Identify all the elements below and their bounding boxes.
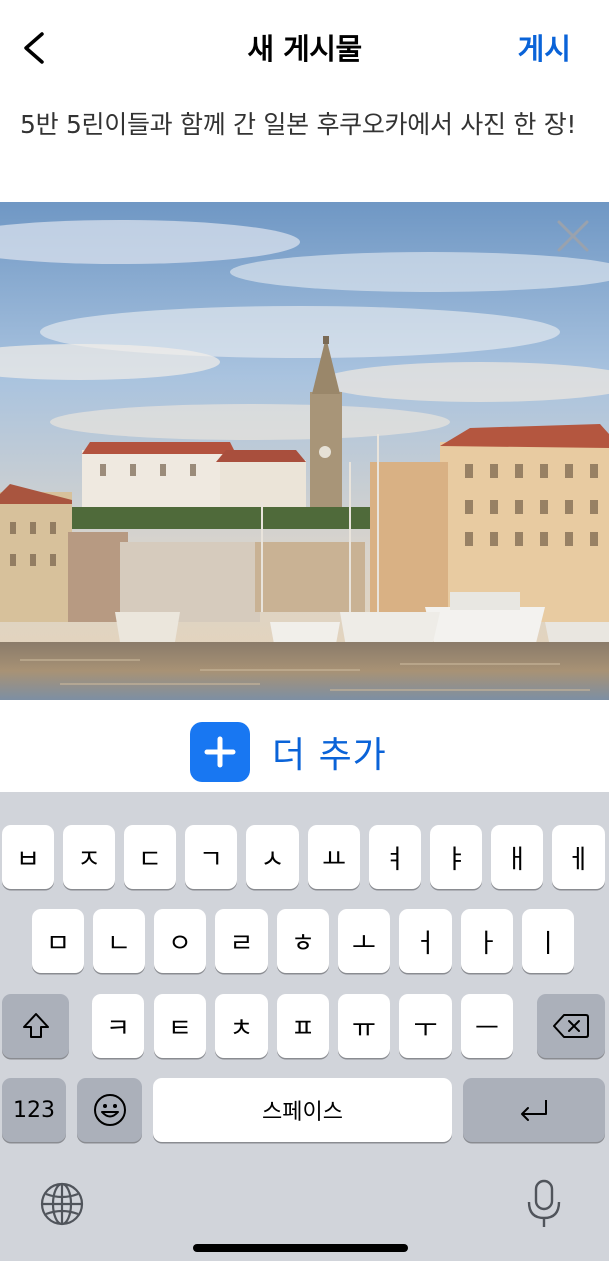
key-row2[interactable]: ㅏ <box>461 909 513 973</box>
key-row3[interactable]: ㅊ <box>215 994 268 1058</box>
key-row1[interactable]: ㅐ <box>491 825 543 889</box>
key-row2[interactable]: ㅁ <box>32 909 84 973</box>
emoji-key[interactable] <box>77 1078 142 1142</box>
harbor-photo-illustration <box>0 202 609 700</box>
post-button[interactable]: 게시 <box>518 26 571 68</box>
backspace-icon <box>553 1014 589 1038</box>
key-row1[interactable]: ㅑ <box>430 825 482 889</box>
numbers-key[interactable]: 123 <box>2 1078 66 1142</box>
microphone-icon[interactable] <box>524 1178 564 1230</box>
space-key[interactable]: 스페이스 <box>153 1078 452 1142</box>
key-row3[interactable]: ㅋ <box>92 994 144 1058</box>
key-row3[interactable]: ㅜ <box>399 994 452 1058</box>
caption-text[interactable]: 5반 5린이들과 함께 간 일본 후쿠오카에서 사진 한 장! <box>20 108 585 142</box>
key-row2[interactable]: ㅎ <box>277 909 329 973</box>
key-row3[interactable]: ㅠ <box>338 994 390 1058</box>
home-indicator[interactable] <box>193 1244 408 1252</box>
key-row1[interactable]: ㅕ <box>369 825 421 889</box>
shift-icon <box>22 1013 49 1038</box>
key-row1[interactable]: ㅅ <box>246 825 299 889</box>
delete-key[interactable] <box>537 994 605 1058</box>
key-row2[interactable]: ㄹ <box>215 909 268 973</box>
post-photo <box>0 202 609 700</box>
shift-key[interactable] <box>2 994 69 1058</box>
return-key[interactable] <box>463 1078 605 1142</box>
key-row3[interactable]: ㅌ <box>154 994 206 1058</box>
key-row3[interactable]: ㅡ <box>461 994 513 1058</box>
key-row2[interactable]: ㅣ <box>522 909 574 973</box>
key-row1[interactable]: ㄷ <box>124 825 176 889</box>
key-row1[interactable]: ㅂ <box>2 825 54 889</box>
header: 새 게시물 게시 <box>0 0 609 92</box>
key-row3[interactable]: ㅍ <box>277 994 329 1058</box>
emoji-icon <box>93 1094 126 1126</box>
remove-photo-icon[interactable] <box>555 218 591 254</box>
key-row2[interactable]: ㅇ <box>154 909 206 973</box>
key-row2[interactable]: ㅓ <box>399 909 452 973</box>
globe-icon[interactable] <box>38 1180 86 1228</box>
key-row1[interactable]: ㅔ <box>552 825 605 889</box>
key-row2[interactable]: ㅗ <box>338 909 390 973</box>
key-row2[interactable]: ㄴ <box>93 909 145 973</box>
korean-keyboard: ㅂ ㅈ ㄷ ㄱ ㅅ ㅛ ㅕ ㅑ ㅐ ㅔ ㅁ ㄴ ㅇ ㄹ ㅎ ㅗ ㅓ ㅏ ㅣ ㅋ … <box>0 792 609 1261</box>
plus-icon <box>190 722 250 782</box>
add-more-button[interactable]: 더 추가 <box>190 722 387 782</box>
key-row1[interactable]: ㅛ <box>308 825 360 889</box>
key-row1[interactable]: ㅈ <box>63 825 115 889</box>
key-row1[interactable]: ㄱ <box>185 825 237 889</box>
return-icon <box>521 1100 547 1121</box>
add-more-label: 더 추가 <box>272 735 387 776</box>
